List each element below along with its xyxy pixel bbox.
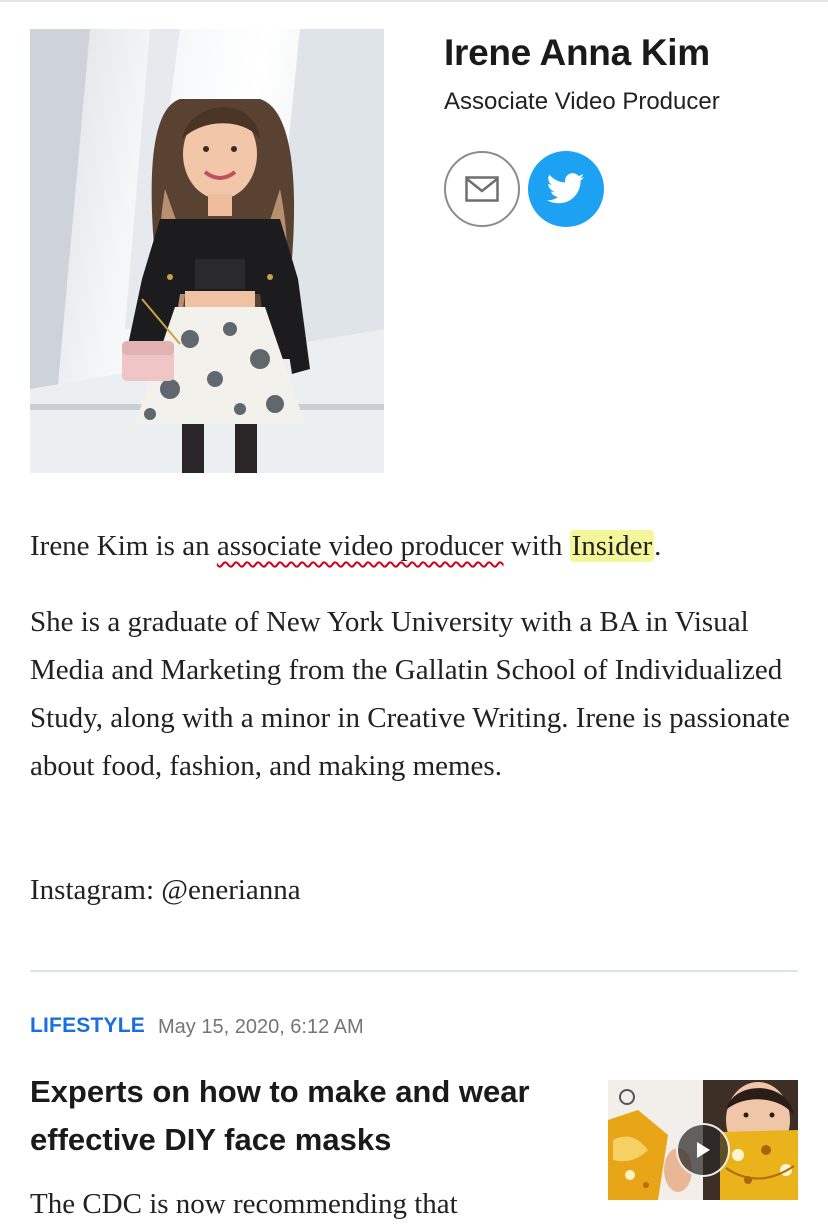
top-divider xyxy=(0,0,828,2)
email-button[interactable] xyxy=(444,151,520,227)
bio-org-highlight: Insider xyxy=(569,530,655,562)
bio-role-text: associate video producer xyxy=(216,530,504,562)
video-play-button[interactable] xyxy=(676,1123,730,1177)
twitter-bird-icon xyxy=(547,173,585,204)
author-portrait xyxy=(30,29,384,473)
bio-intro-suffix: . xyxy=(654,530,662,562)
bio-instagram: Instagram: @enerianna xyxy=(30,874,301,906)
author-photo xyxy=(30,29,384,473)
bio-paragraph-intro: Irene Kim is an associate video producer… xyxy=(30,522,810,570)
article-headline-link[interactable]: Experts on how to make and wear effectiv… xyxy=(30,1068,590,1164)
bio-paragraph-education: She is a graduate of New York University… xyxy=(30,606,790,782)
play-icon xyxy=(697,1142,710,1158)
twitter-button[interactable] xyxy=(528,151,604,227)
article-category-link[interactable]: LIFESTYLE xyxy=(30,1013,145,1039)
bio-intro-prefix: Irene Kim is an xyxy=(30,530,217,562)
author-name: Irene Anna Kim xyxy=(444,32,710,73)
article-date: May 15, 2020, 6:12 AM xyxy=(158,1016,364,1038)
article-excerpt: The CDC is now recommending that xyxy=(30,1188,458,1220)
section-divider xyxy=(30,970,798,972)
envelope-icon xyxy=(465,176,499,202)
author-title: Associate Video Producer xyxy=(444,88,720,115)
bio-intro-mid: with xyxy=(503,530,570,562)
